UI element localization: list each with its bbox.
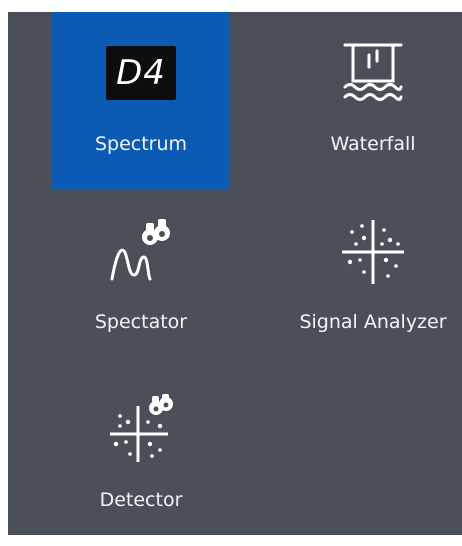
d4-logo-icon: D4 bbox=[106, 38, 176, 108]
spectrum-tile[interactable]: D4 Spectrum bbox=[52, 12, 230, 190]
spectrum-label: Spectrum bbox=[94, 133, 188, 155]
waterfall-icon bbox=[338, 38, 408, 108]
detector-tile[interactable]: Detector bbox=[52, 368, 230, 546]
d4-logo-text: D4 bbox=[116, 53, 166, 93]
waterfall-label: Waterfall bbox=[330, 133, 416, 155]
waterfall-tile[interactable]: Waterfall bbox=[284, 12, 462, 190]
spectator-label: Spectator bbox=[94, 311, 188, 333]
spectator-tile[interactable]: Spectator bbox=[52, 190, 230, 368]
signal-analyzer-tile[interactable]: Signal Analyzer bbox=[284, 190, 462, 368]
spectator-icon bbox=[106, 216, 176, 286]
signal-analyzer-label: Signal Analyzer bbox=[299, 311, 447, 333]
detector-icon bbox=[106, 394, 176, 464]
detector-label: Detector bbox=[99, 489, 183, 511]
app-launcher-panel: D4 Spectrum Waterfall Spectator Signal A… bbox=[8, 12, 462, 535]
signal-analyzer-icon bbox=[338, 216, 408, 286]
